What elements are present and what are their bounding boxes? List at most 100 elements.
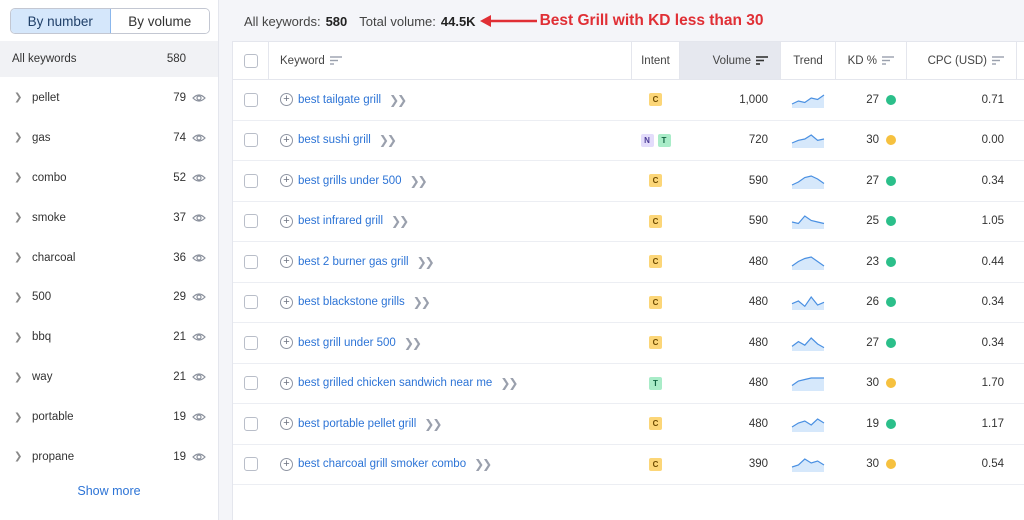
group-item-portable[interactable]: ❯ portable 19 bbox=[0, 397, 218, 437]
kd-value: 26 bbox=[866, 296, 879, 309]
keyword-link[interactable]: best grill under 500 bbox=[298, 337, 396, 349]
keyword-link[interactable]: best blackstone grills bbox=[298, 296, 405, 308]
keyword-link[interactable]: best charcoal grill smoker combo bbox=[298, 458, 466, 470]
total-volume-value: 44.5K bbox=[440, 13, 476, 29]
group-item-smoke[interactable]: ❯ smoke 37 bbox=[0, 198, 218, 238]
chevron-right-icon[interactable]: ❯ bbox=[14, 412, 24, 423]
row-checkbox[interactable] bbox=[243, 133, 258, 148]
group-item-propane[interactable]: ❯ propane 19 bbox=[0, 437, 218, 477]
show-more-link[interactable]: Show more bbox=[0, 484, 218, 498]
kd-indicator-dot bbox=[886, 175, 896, 186]
double-chevron-right-icon[interactable]: ❯❯ bbox=[474, 457, 492, 471]
row-checkbox[interactable] bbox=[243, 376, 258, 391]
add-keyword-icon[interactable]: + bbox=[280, 376, 293, 390]
add-keyword-icon[interactable]: + bbox=[280, 255, 293, 269]
keyword-link[interactable]: best 2 burner gas grill bbox=[298, 256, 409, 268]
sparkline-area bbox=[792, 418, 824, 432]
header-cpc[interactable]: CPC (USD) bbox=[907, 42, 1017, 79]
row-checkbox[interactable] bbox=[243, 92, 258, 107]
row-checkbox[interactable] bbox=[243, 214, 258, 229]
eye-icon[interactable] bbox=[192, 412, 206, 422]
chevron-right-icon[interactable]: ❯ bbox=[14, 332, 24, 343]
group-item-pellet[interactable]: ❯ pellet 79 bbox=[0, 78, 218, 118]
add-keyword-icon[interactable]: + bbox=[280, 174, 293, 188]
chevron-right-icon[interactable]: ❯ bbox=[14, 451, 24, 462]
add-keyword-icon[interactable]: + bbox=[280, 93, 293, 107]
group-item-way[interactable]: ❯ way 21 bbox=[0, 357, 218, 397]
chevron-right-icon[interactable]: ❯ bbox=[14, 252, 24, 263]
trend-sparkline bbox=[791, 458, 825, 473]
row-checkbox[interactable] bbox=[243, 173, 258, 188]
keyword-cell: + best sushi grill ❯❯ bbox=[269, 121, 632, 161]
keyword-link[interactable]: best sushi grill bbox=[298, 134, 371, 146]
header-keyword[interactable]: Keyword bbox=[269, 42, 632, 79]
kd-value: 19 bbox=[866, 417, 879, 430]
double-chevron-right-icon[interactable]: ❯❯ bbox=[391, 214, 409, 228]
trend-sparkline bbox=[791, 134, 825, 149]
trend-cell bbox=[780, 121, 836, 161]
double-chevron-right-icon[interactable]: ❯❯ bbox=[404, 336, 422, 350]
eye-icon[interactable] bbox=[192, 133, 206, 143]
double-chevron-right-icon[interactable]: ❯❯ bbox=[424, 417, 442, 431]
eye-icon[interactable] bbox=[192, 292, 206, 302]
eye-icon[interactable] bbox=[192, 332, 206, 342]
header-volume[interactable]: Volume bbox=[680, 42, 780, 79]
keyword-link[interactable]: best infrared grill bbox=[298, 215, 383, 227]
group-label: 500 bbox=[32, 291, 52, 304]
row-checkbox[interactable] bbox=[243, 335, 258, 350]
add-keyword-icon[interactable]: + bbox=[280, 133, 293, 147]
group-item-500[interactable]: ❯ 500 29 bbox=[0, 277, 218, 317]
eye-icon[interactable] bbox=[192, 452, 206, 462]
kd-cell: 27 bbox=[836, 80, 907, 120]
add-keyword-icon[interactable]: + bbox=[280, 295, 293, 309]
double-chevron-right-icon[interactable]: ❯❯ bbox=[500, 376, 518, 390]
row-checkbox[interactable] bbox=[243, 416, 258, 431]
group-count: 19 bbox=[173, 411, 186, 424]
eye-icon[interactable] bbox=[192, 372, 206, 382]
group-item-combo[interactable]: ❯ combo 52 bbox=[0, 158, 218, 198]
row-checkbox[interactable] bbox=[243, 457, 258, 472]
group-item-gas[interactable]: ❯ gas 74 bbox=[0, 118, 218, 158]
row-checkbox[interactable] bbox=[243, 254, 258, 269]
chevron-right-icon[interactable]: ❯ bbox=[14, 92, 24, 103]
eye-icon[interactable] bbox=[192, 213, 206, 223]
kd-value: 27 bbox=[866, 336, 879, 349]
intent-badge: C bbox=[649, 255, 662, 269]
group-item-bbq[interactable]: ❯ bbq 21 bbox=[0, 317, 218, 357]
cpc-cell: 1.05 bbox=[981, 215, 1004, 228]
double-chevron-right-icon[interactable]: ❯❯ bbox=[410, 174, 428, 188]
row-checkbox-cell bbox=[233, 404, 269, 444]
by-volume-toggle[interactable]: By volume bbox=[110, 9, 209, 33]
chevron-right-icon[interactable]: ❯ bbox=[14, 212, 24, 223]
eye-icon[interactable] bbox=[192, 253, 206, 263]
add-keyword-icon[interactable]: + bbox=[280, 417, 293, 431]
chevron-right-icon[interactable]: ❯ bbox=[14, 372, 24, 383]
double-chevron-right-icon[interactable]: ❯❯ bbox=[379, 133, 397, 147]
header-kd[interactable]: KD % bbox=[836, 42, 907, 79]
eye-icon[interactable] bbox=[192, 93, 206, 103]
keyword-link[interactable]: best tailgate grill bbox=[298, 94, 381, 106]
chevron-right-icon[interactable]: ❯ bbox=[14, 292, 24, 303]
keyword-link[interactable]: best grills under 500 bbox=[298, 175, 402, 187]
kd-indicator-dot bbox=[886, 256, 896, 267]
by-number-toggle[interactable]: By number bbox=[11, 9, 111, 33]
all-keywords-group[interactable]: All keywords 580 bbox=[0, 41, 218, 77]
add-keyword-icon[interactable]: + bbox=[280, 336, 293, 350]
double-chevron-right-icon[interactable]: ❯❯ bbox=[413, 295, 431, 309]
double-chevron-right-icon[interactable]: ❯❯ bbox=[389, 93, 407, 107]
row-checkbox-cell bbox=[233, 283, 269, 323]
group-label: propane bbox=[32, 450, 75, 463]
intent-cell: C bbox=[632, 283, 680, 323]
double-chevron-right-icon[interactable]: ❯❯ bbox=[417, 255, 435, 269]
eye-icon[interactable] bbox=[192, 173, 206, 183]
select-all-checkbox[interactable] bbox=[243, 53, 258, 68]
trend-sparkline bbox=[791, 215, 825, 230]
keyword-link[interactable]: best grilled chicken sandwich near me bbox=[298, 377, 492, 389]
row-checkbox[interactable] bbox=[243, 295, 258, 310]
add-keyword-icon[interactable]: + bbox=[280, 214, 293, 228]
keyword-link[interactable]: best portable pellet grill bbox=[298, 418, 416, 430]
chevron-right-icon[interactable]: ❯ bbox=[14, 172, 24, 183]
add-keyword-icon[interactable]: + bbox=[280, 457, 293, 471]
group-item-charcoal[interactable]: ❯ charcoal 36 bbox=[0, 238, 218, 278]
chevron-right-icon[interactable]: ❯ bbox=[14, 132, 24, 143]
